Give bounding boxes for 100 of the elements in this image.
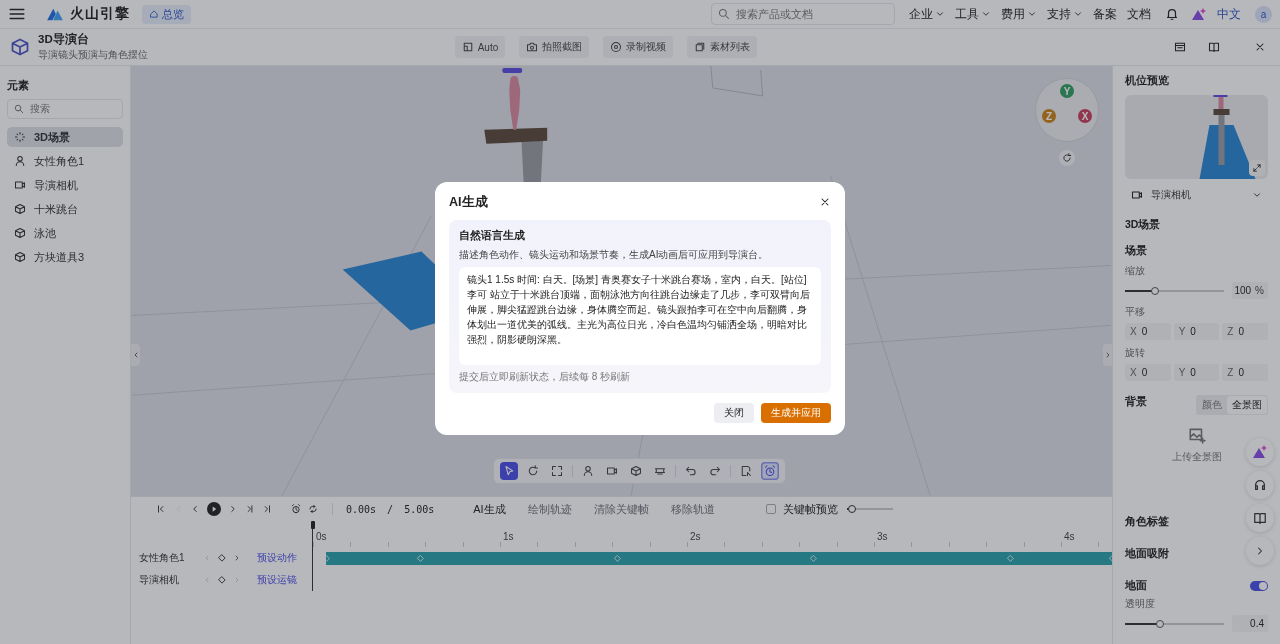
floating-button[interactable] [1246, 471, 1274, 499]
object-icon [14, 227, 26, 239]
track-name: 女性角色1 [139, 551, 186, 565]
element-list-item[interactable]: 女性角色1 [7, 151, 123, 171]
dialog-title: AI生成 [449, 193, 488, 211]
toggle-switch[interactable] [1250, 581, 1268, 591]
checkbox-label: 关键帧预览 [782, 501, 838, 517]
segment-tab[interactable]: 全景图 [1227, 396, 1267, 414]
nav-menu-item[interactable]: 工具 [953, 6, 993, 22]
record-icon [610, 41, 623, 53]
playback-button[interactable] [261, 502, 273, 516]
slider-thumb[interactable] [1150, 286, 1159, 295]
redo-icon [709, 465, 721, 477]
opacity-input[interactable]: 0.4 [1232, 615, 1268, 632]
last-icon [262, 504, 272, 514]
object-icon [14, 203, 26, 215]
book-icon[interactable] [1208, 41, 1220, 53]
time-separator: / [387, 503, 394, 515]
prev-icon [190, 504, 200, 514]
field-label: 缩放 [1125, 264, 1145, 278]
playback-button[interactable] [290, 502, 302, 516]
user-avatar[interactable]: a [1255, 5, 1272, 23]
panel-icon[interactable] [1174, 41, 1186, 53]
field-label: 旋转 [1125, 346, 1145, 360]
element-list-item[interactable]: 导演相机 [7, 175, 123, 195]
search-field[interactable]: 搜索产品或文档 [711, 3, 895, 25]
expand-icon [1252, 163, 1262, 173]
coordinate-input[interactable]: X 0 [1125, 364, 1171, 381]
preset-link[interactable]: 预设运镜 [257, 573, 297, 587]
element-list-item[interactable]: 泳池 [7, 223, 123, 243]
coordinate-input[interactable]: Z 0 [1222, 364, 1268, 381]
nav-menu-item[interactable]: 支持 [1045, 6, 1085, 22]
coordinate-input[interactable]: X 0 [1125, 323, 1171, 340]
section-title: 元素 [7, 78, 30, 93]
axis-gizmo[interactable]: Y Z X [1035, 78, 1099, 142]
coordinate-input[interactable]: Y 0 [1173, 364, 1220, 381]
section-title: 背景 [1125, 395, 1147, 409]
search-field[interactable]: 搜索 [7, 99, 123, 119]
cube-icon [10, 37, 30, 57]
nav-menu-item[interactable]: 企业 [907, 6, 947, 22]
element-list-item[interactable]: 方块道具3 [7, 247, 123, 267]
current-time: 0.00s [346, 503, 377, 515]
reset-view-button[interactable] [1059, 150, 1075, 166]
page-title: 3D导演台 [38, 32, 90, 47]
playback-button[interactable] [155, 502, 167, 516]
tool-button[interactable] [500, 462, 518, 480]
checkbox[interactable] [765, 504, 776, 514]
playback-button[interactable] [307, 502, 319, 516]
hint-text: 提交后立即刷新状态，后续每 8 秒刷新 [459, 370, 632, 384]
timeline-action[interactable]: AI生成 [473, 501, 506, 517]
image-upload-icon [1187, 426, 1206, 444]
videocam-icon [14, 179, 26, 191]
nav-menu-item[interactable]: 费用 [999, 6, 1039, 22]
gallery-icon [694, 41, 707, 53]
toolbar-button[interactable]: 拍照截图 [519, 36, 590, 58]
card-title: 自然语言生成 [459, 229, 526, 243]
mountain-icon[interactable] [1191, 6, 1207, 22]
slider-thumb[interactable] [848, 505, 857, 513]
close-icon[interactable] [819, 196, 831, 208]
toolbar-button[interactable]: 素材列表 [687, 36, 758, 58]
play-button[interactable] [206, 502, 222, 516]
person-icon [582, 465, 594, 477]
chevron-right-icon[interactable] [233, 554, 241, 562]
diamond-icon[interactable] [217, 553, 227, 563]
toolbar-button[interactable]: 录制视频 [603, 36, 674, 58]
camera-select[interactable]: 导演相机 [1125, 184, 1268, 206]
tool-button[interactable] [761, 462, 779, 480]
language-link[interactable]: 中文 [1217, 6, 1241, 22]
expand-button[interactable] [1249, 160, 1265, 176]
coordinate-input[interactable]: Z 0 [1222, 323, 1268, 340]
collapse-handle[interactable] [131, 344, 140, 366]
page-subtitle: 导演镜头预演与角色摆位 [38, 48, 148, 62]
object-icon [630, 465, 642, 477]
nav-menu-item[interactable]: 备案 [1091, 6, 1119, 22]
close-button[interactable]: 关闭 [714, 403, 754, 423]
coordinate-input[interactable]: Y 0 [1173, 323, 1220, 340]
overview-tab[interactable]: 总览 [142, 4, 191, 24]
close-icon[interactable] [1254, 41, 1266, 53]
toolbar-button[interactable]: Auto [454, 36, 506, 58]
scale-slider[interactable] [1125, 289, 1224, 292]
bell-icon[interactable] [1165, 7, 1179, 21]
collapse-handle[interactable] [1103, 344, 1112, 366]
diamond-icon[interactable] [217, 575, 227, 585]
scale-input[interactable]: 100 % [1232, 282, 1268, 299]
floating-button[interactable] [1246, 504, 1274, 532]
nav-menu-item[interactable]: 文档 [1125, 6, 1153, 22]
alarm-icon [764, 465, 776, 477]
section-title: 场景 [1125, 244, 1147, 258]
ruler-label: 3s [877, 531, 888, 542]
opacity-slider[interactable] [1125, 622, 1224, 625]
prompt-input-field[interactable]: 镜头1 1.5s 时间: 白天。[场景] 青奥赛女子十米跳台赛场，室内，白天。[站位] 李可 站立于十米跳台顶端，面朝泳池方向往跳台边缘走了几步，李可双臂向后伸展，脚尖猛蹬跳台边缘，身体腾空而起。镜头跟拍李可在空中向后翻腾，身体划出一道优美的弧线。主光为高位日光，冷白色温均匀铺洒全场，明暗对比强烈，阴影硬朗深黑。 [459, 267, 821, 365]
select-icon [503, 465, 515, 477]
element-list-item[interactable]: 3D场景 [7, 127, 123, 147]
element-list-item[interactable]: 十米跳台 [7, 199, 123, 219]
playback-button[interactable] [244, 502, 256, 516]
slider-thumb[interactable] [1155, 619, 1164, 628]
preset-link[interactable]: 预设动作 [257, 551, 297, 565]
loop-icon [308, 504, 318, 514]
setting-label: 地面吸附 [1125, 547, 1169, 561]
floating-button[interactable] [1246, 438, 1274, 466]
